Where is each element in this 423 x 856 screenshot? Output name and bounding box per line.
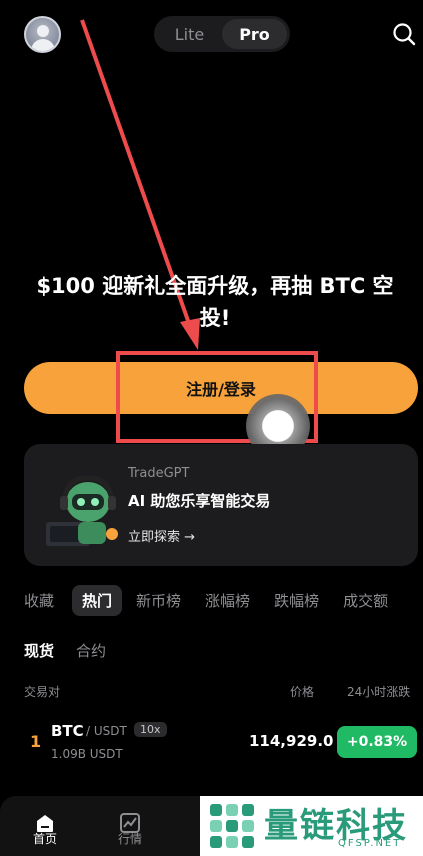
watermark-logo-icon — [210, 804, 254, 848]
home-icon — [37, 815, 53, 832]
row-rank: 1 — [30, 732, 42, 751]
watermark: 量链科技 QFSP.NET — [200, 796, 423, 856]
chart-icon — [120, 813, 140, 833]
row-volume: 1.09B USDT — [51, 747, 123, 761]
category-tabs: 收藏 热门 新币榜 涨幅榜 跌幅榜 成交额 — [24, 584, 423, 616]
tradegpt-card[interactable]: TradeGPT AI 助您乐享智能交易 立即探索 → — [24, 444, 418, 566]
tab-hot[interactable]: 热门 — [72, 584, 123, 616]
column-header-change[interactable]: 24小时涨跌 — [347, 683, 410, 700]
tab-new-listings[interactable]: 新币榜 — [136, 590, 181, 611]
robot-mascot-icon — [46, 475, 118, 546]
tradegpt-brand: TradeGPT — [128, 466, 190, 481]
market-type-tabs: 现货 合约 — [24, 640, 128, 661]
column-header-price[interactable]: 价格 — [290, 683, 314, 700]
leverage-badge: 10x — [134, 722, 167, 737]
tab-gainers[interactable]: 涨幅榜 — [205, 590, 250, 611]
tab-losers[interactable]: 跌幅榜 — [274, 590, 319, 611]
row-quote: / USDT — [86, 724, 127, 738]
tab-spot[interactable]: 现货 — [24, 640, 54, 661]
row-price: 114,929.0 — [249, 732, 334, 750]
tab-futures[interactable]: 合约 — [76, 640, 106, 661]
change-badge: +0.83% — [337, 726, 417, 758]
explore-link[interactable]: 立即探索 → — [128, 526, 195, 545]
table-row[interactable]: 1 BTC / USDT 10x 1.09B USDT 114,929.0 +0… — [0, 716, 423, 772]
promo-title: $100 迎新礼全面升级，再抽 BTC 空投! — [36, 274, 394, 330]
row-symbol: BTC — [51, 722, 84, 740]
tradegpt-title: AI 助您乐享智能交易 — [128, 492, 271, 510]
column-header-pair: 交易对 — [24, 685, 61, 699]
tab-volume[interactable]: 成交额 — [343, 590, 388, 611]
bottom-nav: 首页 行情 — [0, 796, 210, 856]
tab-favorites[interactable]: 收藏 — [24, 590, 54, 611]
nav-market[interactable]: 行情 — [105, 806, 155, 847]
nav-home[interactable]: 首页 — [20, 806, 70, 847]
watermark-subtext: QFSP.NET — [338, 838, 402, 849]
